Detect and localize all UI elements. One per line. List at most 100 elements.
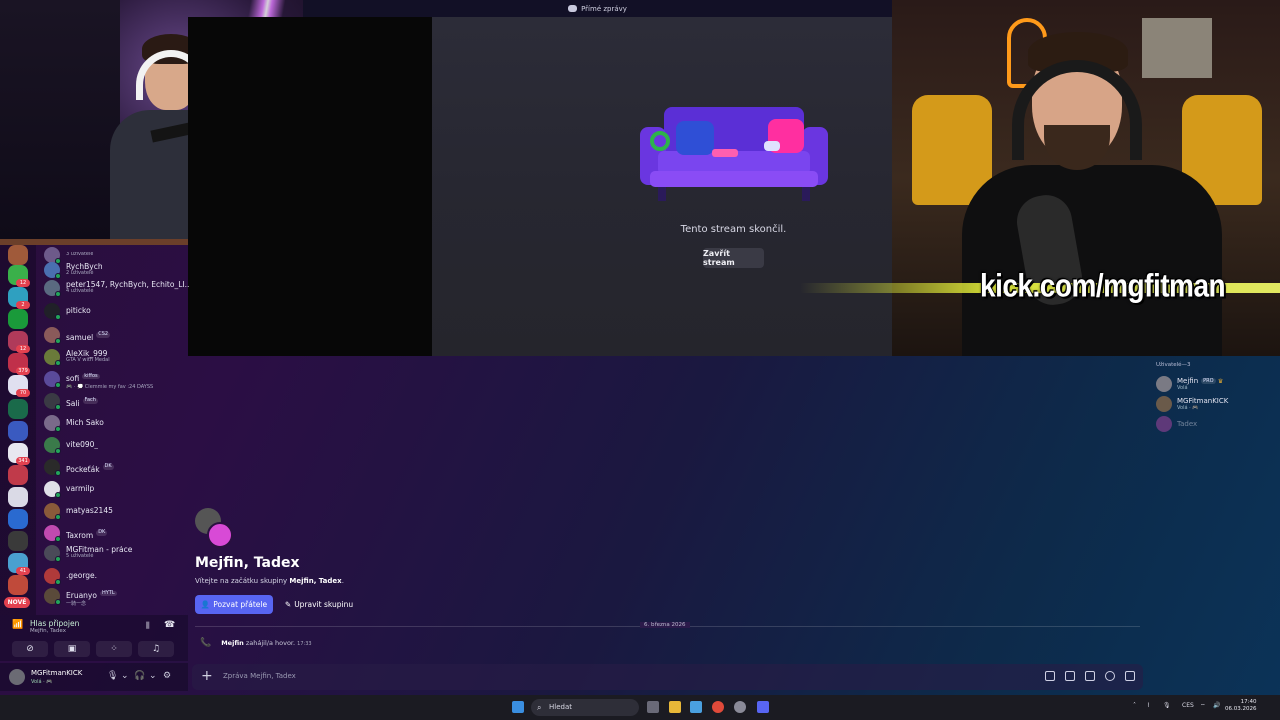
new-messages-pill[interactable]: NOVÉ bbox=[4, 597, 30, 608]
online-status-dot bbox=[55, 492, 61, 498]
gear-icon[interactable]: ⚙ bbox=[163, 671, 171, 681]
dm-subtitle: 🎮 · 💭 Clemmie my fav :24 DAYSS bbox=[66, 383, 154, 390]
server-icon[interactable] bbox=[8, 575, 28, 595]
taskbar-search[interactable]: ⌕ Hledat bbox=[531, 699, 639, 716]
discord-taskbar-icon[interactable] bbox=[757, 701, 769, 713]
server-badge: 12 bbox=[16, 345, 30, 353]
member-item[interactable]: MGFitmanKICK Volá · 🎮 bbox=[1156, 394, 1280, 414]
dm-item[interactable]: varmilp bbox=[44, 479, 189, 499]
pencil-icon: ✎ bbox=[284, 600, 292, 609]
close-stream-button[interactable]: Zavřít stream bbox=[703, 248, 764, 268]
server-icon[interactable] bbox=[8, 531, 28, 551]
server-icon[interactable] bbox=[8, 309, 28, 329]
dm-subtitle: GTA V with Medal bbox=[66, 357, 110, 364]
headphones-icon[interactable]: 🎧 bbox=[134, 671, 145, 681]
mic-tray-icon[interactable]: 🎙 bbox=[1163, 702, 1171, 709]
edit-group-button[interactable]: ✎ Upravit skupinu bbox=[279, 595, 359, 614]
message-input[interactable]: Zpráva Mejfin, Tadex bbox=[223, 672, 296, 680]
gift-icon[interactable] bbox=[1045, 671, 1055, 681]
dm-list: 3 uživatelé RychBych 2 uživatelé peter1547,… bbox=[36, 245, 189, 615]
avatar bbox=[44, 545, 61, 562]
chrome-icon[interactable] bbox=[712, 701, 724, 713]
chevron-down-icon[interactable]: ⌄ bbox=[121, 671, 129, 681]
stream-sidebar-area bbox=[188, 17, 432, 356]
dm-item[interactable]: Taxrom DK bbox=[44, 523, 189, 543]
dm-item[interactable]: Eruanyo HYTL 一騎一念 bbox=[44, 586, 189, 607]
user-panel[interactable]: MGFitmanKICK Volá · 🎮 🎙 ⌄ 🎧 ⌄ ⚙ bbox=[0, 663, 188, 691]
file-explorer-icon[interactable] bbox=[669, 701, 681, 713]
gif-icon[interactable] bbox=[1065, 671, 1075, 681]
dm-item[interactable]: piticko bbox=[44, 301, 189, 321]
dm-item[interactable]: vite090_ bbox=[44, 435, 189, 455]
dm-name: Taxrom bbox=[66, 530, 94, 540]
wifi-icon[interactable]: ⌔ bbox=[1200, 702, 1206, 710]
activities-button[interactable]: ⁘ bbox=[96, 641, 132, 657]
dm-item[interactable]: matyas2145 bbox=[44, 501, 189, 521]
avatar bbox=[44, 393, 61, 410]
dm-name: Eruanyo bbox=[66, 590, 97, 600]
dm-item[interactable]: peter1547, RychBych, Echito_LI... 4 uživa… bbox=[44, 278, 189, 298]
store-icon[interactable] bbox=[690, 701, 702, 713]
avatar[interactable] bbox=[9, 669, 25, 685]
sticker-icon[interactable] bbox=[1085, 671, 1095, 681]
server-tag: CS2 bbox=[96, 331, 111, 338]
member-list: Uživatelé—3 Mejfin PRO ♛ Volá MGFitmanKICK… bbox=[1150, 362, 1280, 452]
volume-icon[interactable]: 🔊 bbox=[1213, 702, 1220, 709]
language-indicator[interactable]: CES bbox=[1182, 702, 1194, 709]
dm-item[interactable]: AleXik_999 GTA V with Medal bbox=[44, 347, 189, 367]
dm-item[interactable]: Mich Sako bbox=[44, 413, 189, 433]
server-icon[interactable] bbox=[8, 245, 28, 265]
online-status-dot bbox=[55, 470, 61, 476]
online-status-dot bbox=[55, 291, 61, 297]
dm-name: varmilp bbox=[66, 485, 95, 493]
video-off-button[interactable]: ⊘ bbox=[12, 641, 48, 657]
network-icon[interactable]: ⌇ bbox=[1147, 702, 1150, 709]
plus-icon[interactable]: + bbox=[201, 668, 213, 684]
server-icon[interactable] bbox=[8, 465, 28, 485]
online-status-dot bbox=[55, 360, 61, 366]
online-status-dot bbox=[55, 314, 61, 320]
server-tag: HYTL bbox=[99, 589, 117, 597]
message-composer[interactable]: + Zpráva Mejfin, Tadex bbox=[192, 664, 1143, 690]
date-divider: 6. března 2026 bbox=[640, 622, 690, 628]
windows-start-icon[interactable] bbox=[512, 701, 524, 713]
server-icon[interactable] bbox=[8, 421, 28, 441]
screen-share-button[interactable]: ▣ bbox=[54, 641, 90, 657]
avatar bbox=[44, 503, 61, 520]
invite-friends-button[interactable]: 👤 Pozvat přátele bbox=[195, 595, 273, 614]
avatar bbox=[1156, 416, 1172, 432]
member-item[interactable]: Tadex bbox=[1156, 414, 1280, 434]
voice-channel[interactable]: Mejfin, Tadex bbox=[30, 628, 66, 634]
disconnect-icon[interactable]: ☎ bbox=[164, 620, 175, 630]
dm-item[interactable]: Sali Fach bbox=[44, 391, 189, 411]
chevron-up-icon[interactable]: ˄ bbox=[1133, 702, 1136, 709]
settings-app-icon[interactable] bbox=[734, 701, 746, 713]
dm-item[interactable]: RychBych 2 uživatelé bbox=[44, 260, 189, 280]
add-user-icon: 👤 bbox=[200, 600, 211, 609]
noise-suppression-icon[interactable]: ⫼ bbox=[146, 621, 150, 631]
group-welcome: Vítejte na začátku skupiny Mejfin, Tadex… bbox=[195, 577, 344, 585]
chevron-down-icon[interactable]: ⌄ bbox=[149, 671, 157, 681]
dm-item[interactable]: sofi kiffos 🎮 · 💭 Clemmie my fav :24 DAYSS bbox=[44, 369, 189, 390]
dm-item[interactable]: .george. bbox=[44, 566, 189, 586]
dm-subtitle: 5 uživatelé bbox=[66, 553, 94, 560]
server-tag: kiffos bbox=[82, 372, 100, 380]
member-item[interactable]: Mejfin PRO ♛ Volá bbox=[1156, 374, 1280, 394]
server-icon[interactable] bbox=[8, 509, 28, 529]
server-icon[interactable] bbox=[8, 399, 28, 419]
taskbar-clock[interactable]: 17:40 06.03.2026 bbox=[1225, 699, 1257, 713]
soundboard-button[interactable]: ♫ bbox=[138, 641, 174, 657]
apps-icon[interactable] bbox=[1125, 671, 1135, 681]
microphone-icon[interactable]: 🎙 bbox=[107, 671, 118, 681]
dm-item[interactable]: MGFitman - práce 5 uživatelé bbox=[44, 543, 189, 563]
online-status-dot bbox=[55, 404, 61, 410]
emoji-icon[interactable] bbox=[1105, 671, 1115, 681]
dm-item[interactable]: Pockeťák DK bbox=[44, 457, 189, 477]
avatar bbox=[44, 349, 61, 366]
server-tag: DK bbox=[96, 529, 108, 536]
dm-subtitle: 4 uživatelé bbox=[66, 288, 94, 295]
dm-name: matyas2145 bbox=[66, 507, 113, 515]
dm-item[interactable]: samuel CS2 bbox=[44, 325, 189, 345]
server-icon[interactable] bbox=[8, 487, 28, 507]
task-view-icon[interactable] bbox=[647, 701, 659, 713]
